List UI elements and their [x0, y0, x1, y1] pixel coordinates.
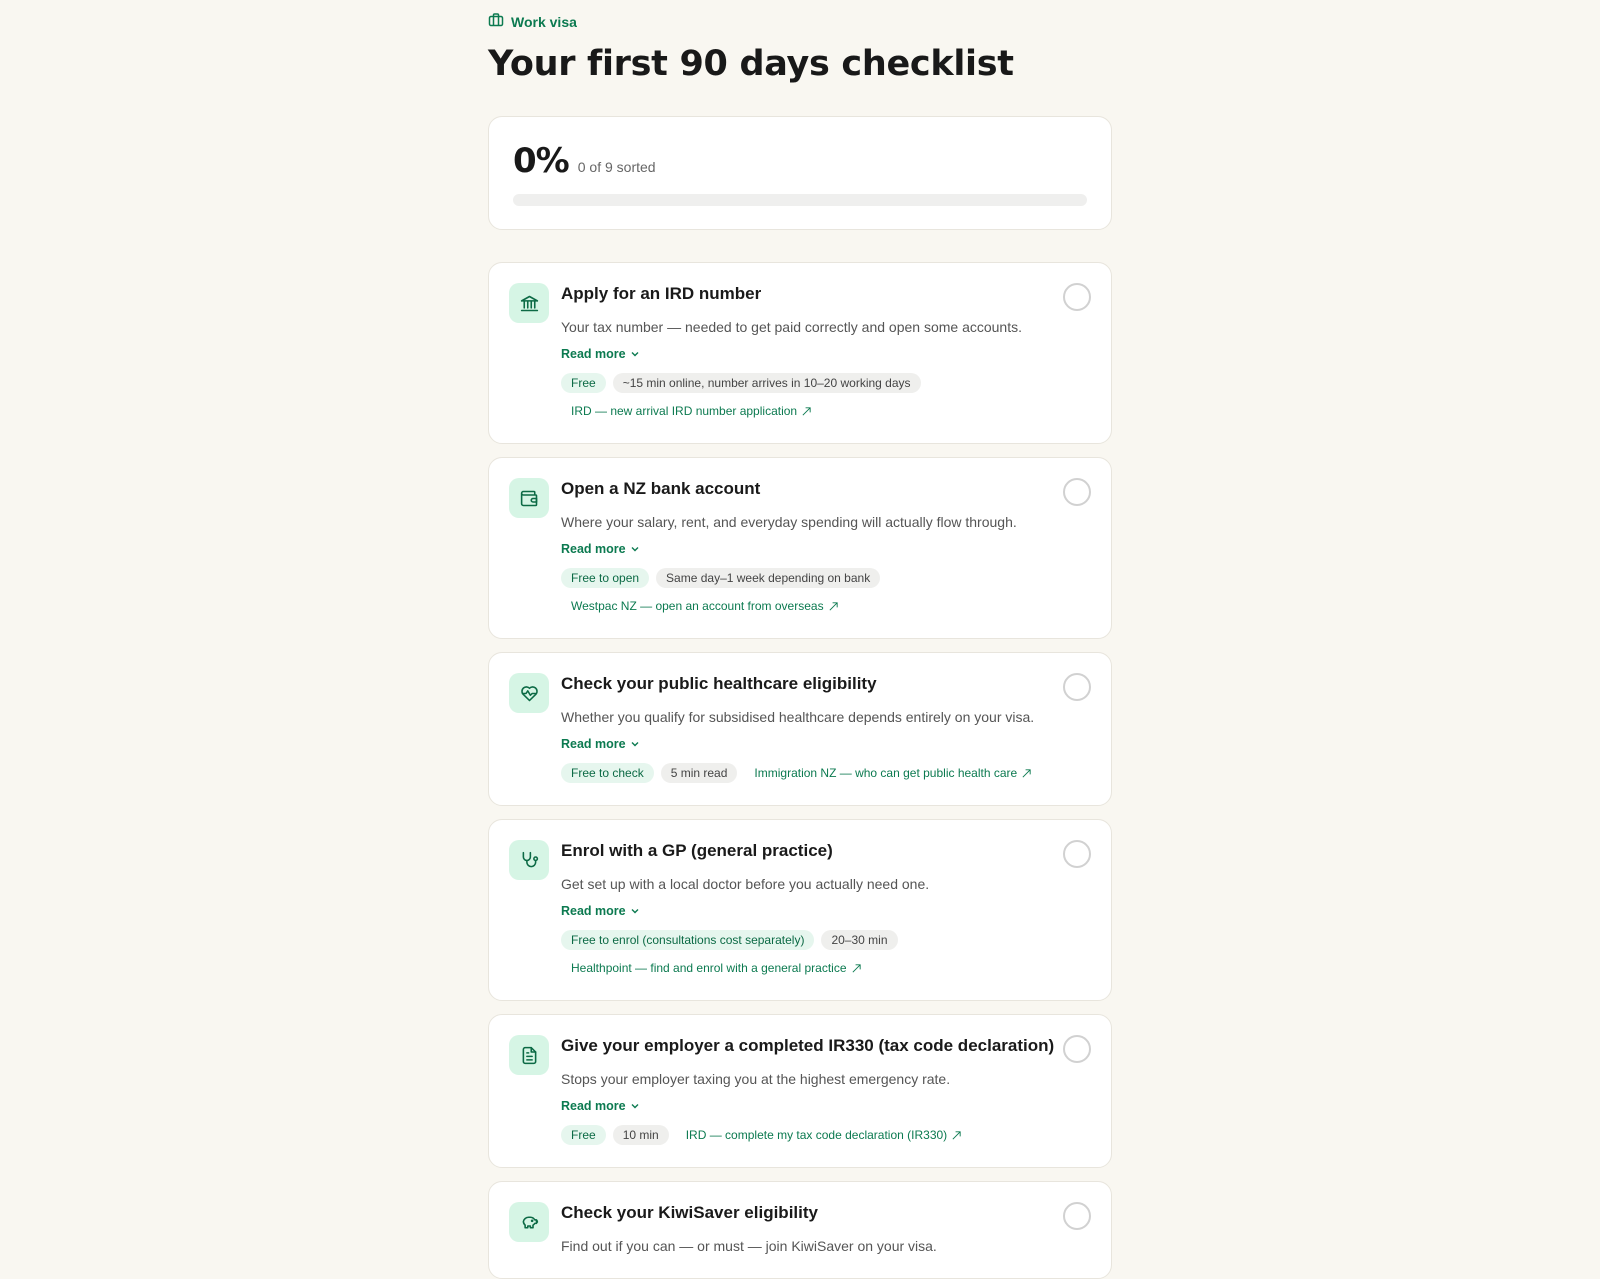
resource-link[interactable]: Immigration NZ — who can get public heal… [744, 763, 1042, 783]
read-more-label: Read more [561, 347, 626, 361]
resource-link[interactable]: Westpac NZ — open an account from overse… [561, 596, 849, 616]
read-more-label: Read more [561, 737, 626, 751]
task-description: Get set up with a local doctor before yo… [561, 876, 930, 892]
wallet-icon [509, 478, 549, 518]
cost-chip: Free to enrol (consultations cost separa… [561, 930, 815, 950]
resource-link[interactable]: Healthpoint — find and enrol with a gene… [561, 958, 872, 978]
task-checkbox[interactable] [1063, 1202, 1091, 1230]
external-arrow-icon [829, 601, 838, 610]
task-card: Enrol with a GP (general practice) Get s… [488, 819, 1112, 1001]
task-list: Apply for an IRD number Your tax number … [488, 262, 1112, 1279]
task-card: Apply for an IRD number Your tax number … [488, 262, 1112, 444]
task-description: Where your salary, rent, and everyday sp… [561, 514, 1017, 530]
task-meta: Free to open Same day–1 week depending o… [561, 568, 1091, 616]
task-card: Check your public healthcare eligibility… [488, 652, 1112, 806]
read-more-label: Read more [561, 904, 626, 918]
read-more-label: Read more [561, 542, 626, 556]
task-checkbox[interactable] [1063, 673, 1091, 701]
time-chip: 20–30 min [821, 930, 898, 950]
resource-link[interactable]: IRD — new arrival IRD number application [561, 401, 822, 421]
visa-type-text: Work visa [511, 13, 577, 30]
task-card: Check your KiwiSaver eligibility Find ou… [488, 1181, 1112, 1279]
task-card: Open a NZ bank account Where your salary… [488, 457, 1112, 639]
chevron-down-icon [631, 547, 639, 552]
task-checkbox[interactable] [1063, 478, 1091, 506]
progress-bar [513, 194, 1087, 206]
task-checkbox[interactable] [1063, 1035, 1091, 1063]
task-description: Whether you qualify for subsidised healt… [561, 709, 1035, 725]
resource-link-text: Immigration NZ — who can get public heal… [754, 766, 1018, 780]
resource-link-text: Westpac NZ — open an account from overse… [571, 599, 824, 613]
read-more-toggle[interactable]: Read more [561, 1099, 640, 1113]
read-more-label: Read more [561, 1099, 626, 1113]
read-more-toggle[interactable]: Read more [561, 347, 640, 361]
task-card: Give your employer a completed IR330 (ta… [488, 1014, 1112, 1168]
task-meta: Free 10 min IRD — complete my tax code d… [561, 1125, 1091, 1145]
task-title: Enrol with a GP (general practice) [561, 841, 833, 860]
page-title: Your first 90 days checklist [488, 44, 1014, 84]
document-icon [509, 1035, 549, 1075]
time-chip: 5 min read [660, 763, 738, 783]
cost-chip: Free [561, 373, 606, 393]
resource-link-text: IRD — complete my tax code declaration (… [685, 1128, 948, 1142]
read-more-toggle[interactable]: Read more [561, 737, 640, 751]
time-chip: ~15 min online, number arrives in 10–20 … [612, 373, 921, 393]
external-arrow-icon [1022, 768, 1031, 777]
task-title: Check your KiwiSaver eligibility [561, 1203, 818, 1222]
task-checkbox[interactable] [1063, 840, 1091, 868]
cost-chip: Free to open [561, 568, 650, 588]
time-chip: 10 min [612, 1125, 669, 1145]
task-checkbox[interactable] [1063, 283, 1091, 311]
task-description: Stops your employer taxing you at the hi… [561, 1071, 951, 1087]
cost-chip: Free [561, 1125, 606, 1145]
read-more-toggle[interactable]: Read more [561, 542, 640, 556]
chevron-down-icon [631, 742, 639, 747]
task-description: Your tax number — needed to get paid cor… [561, 319, 1022, 335]
checklist-page: Work visa Your first 90 days checklist 0… [488, 0, 1112, 1279]
task-title: Apply for an IRD number [561, 284, 762, 303]
resource-link-text: IRD — new arrival IRD number application [571, 404, 798, 418]
bank-icon [509, 283, 549, 323]
time-chip: Same day–1 week depending on bank [656, 568, 881, 588]
task-title: Check your public healthcare eligibility [561, 674, 877, 693]
chevron-down-icon [631, 1104, 639, 1109]
external-arrow-icon [952, 1130, 961, 1139]
progress-count: 0 of 9 sorted [577, 159, 656, 175]
read-more-toggle[interactable]: Read more [561, 904, 640, 918]
resource-link[interactable]: IRD — complete my tax code declaration (… [676, 1125, 972, 1145]
resource-link-text: Healthpoint — find and enrol with a gene… [571, 961, 847, 975]
external-arrow-icon [802, 406, 811, 415]
task-title: Open a NZ bank account [561, 479, 761, 498]
chevron-down-icon [631, 352, 639, 357]
chevron-down-icon [631, 909, 639, 914]
task-title: Give your employer a completed IR330 (ta… [561, 1036, 1055, 1055]
task-meta: Free to check 5 min read Immigration NZ … [561, 763, 1091, 783]
briefcase-icon [488, 12, 504, 31]
visa-type-label: Work visa [488, 12, 1112, 31]
cost-chip: Free to check [561, 763, 654, 783]
external-arrow-icon [852, 963, 861, 972]
heart-pulse-icon [509, 673, 549, 713]
piggy-bank-icon [509, 1202, 549, 1242]
task-meta: Free to enrol (consultations cost separa… [561, 930, 1091, 978]
progress-card: 0% 0 of 9 sorted [488, 116, 1112, 230]
stethoscope-icon [509, 840, 549, 880]
progress-percent: 0% [513, 141, 570, 181]
task-description: Find out if you can — or must — join Kiw… [561, 1238, 937, 1254]
task-meta: Free ~15 min online, number arrives in 1… [561, 373, 1091, 421]
